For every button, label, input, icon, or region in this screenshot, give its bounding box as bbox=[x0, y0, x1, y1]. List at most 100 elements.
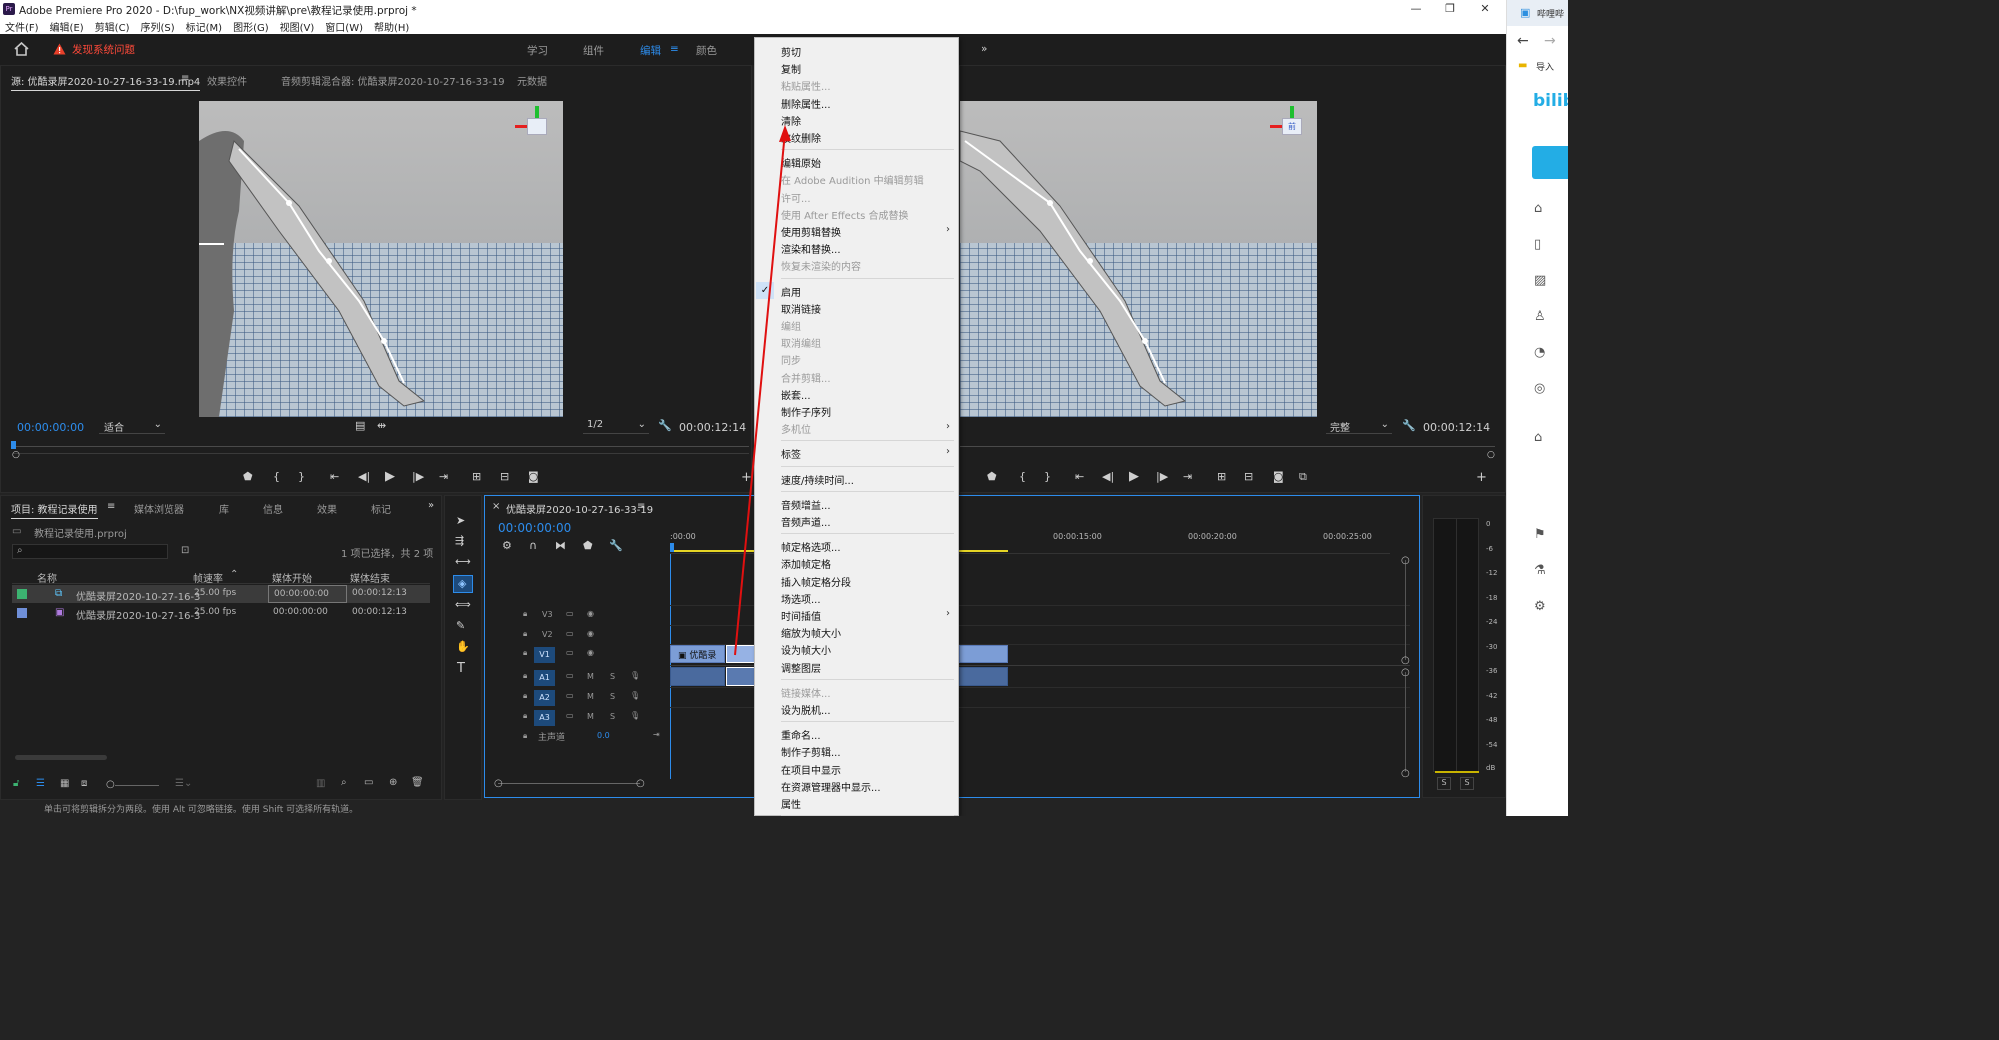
home-icon[interactable] bbox=[14, 42, 29, 56]
solo-toggle[interactable]: S bbox=[610, 692, 615, 701]
scroll-handle-right[interactable]: ○ bbox=[636, 778, 645, 789]
scroll-handle-bottom[interactable]: ○ bbox=[1401, 768, 1410, 779]
ripple-edit-tool-icon[interactable]: ⟷ bbox=[455, 555, 471, 568]
automate-sequence-icon[interactable]: ▥ bbox=[316, 778, 325, 789]
mark-in-icon[interactable]: { bbox=[1019, 470, 1026, 483]
source-tab-menu-icon[interactable]: ≡ bbox=[181, 73, 189, 84]
audio-clip-selected[interactable] bbox=[959, 667, 1008, 686]
more-workspaces-icon[interactable]: » bbox=[981, 43, 987, 55]
go-to-in-icon[interactable]: ⇤ bbox=[1075, 470, 1084, 483]
step-back-icon[interactable]: ◀| bbox=[358, 470, 370, 483]
lock-icon[interactable]: 🔒︎ bbox=[523, 731, 527, 741]
close-tab-icon[interactable]: × bbox=[492, 501, 500, 512]
go-to-out-icon[interactable]: ⇥ bbox=[439, 470, 448, 483]
timeline-tab-menu-icon[interactable]: ≡ bbox=[637, 501, 645, 512]
project-search-input[interactable]: ⌕ bbox=[12, 544, 168, 559]
source-video-frame[interactable] bbox=[199, 101, 563, 417]
lab-icon[interactable]: ⚗ bbox=[1534, 563, 1546, 578]
source-scrub-bar[interactable] bbox=[13, 446, 749, 447]
browser-tab[interactable]: ▣ 哔哩哔 bbox=[1507, 0, 1568, 26]
export-frame-settings-icon[interactable]: ⇹ bbox=[377, 419, 386, 432]
timeline-zoom-scrollbar[interactable] bbox=[498, 783, 640, 784]
context-menu-item[interactable]: 剪切 bbox=[755, 42, 958, 59]
solo-toggle[interactable]: S bbox=[610, 712, 615, 721]
menu-marker[interactable]: 标记(M) bbox=[186, 19, 222, 34]
more-tabs-icon[interactable]: » bbox=[428, 500, 434, 511]
menu-sequence[interactable]: 序列(S) bbox=[140, 19, 174, 34]
menu-window[interactable]: 窗口(W) bbox=[325, 19, 363, 34]
workspace-menu-icon[interactable]: ≡ bbox=[670, 43, 679, 55]
video-clip[interactable]: ▣ 优酷录 bbox=[670, 645, 725, 663]
lift-icon[interactable]: ⊞ bbox=[1217, 470, 1226, 483]
home-icon[interactable]: ⌂ bbox=[1534, 201, 1542, 216]
column-media-start[interactable]: 媒体开始 bbox=[272, 570, 312, 585]
trash-icon[interactable]: 🗑︎ bbox=[411, 777, 424, 788]
slip-tool-icon[interactable]: ⟺ bbox=[455, 598, 471, 611]
sync-lock-icon[interactable]: ▭ bbox=[566, 629, 574, 638]
lock-icon[interactable]: 🔒︎ bbox=[523, 691, 527, 701]
solo-left-button[interactable]: S bbox=[1437, 777, 1451, 790]
snap-icon[interactable]: ∩ bbox=[529, 539, 537, 552]
context-menu-item[interactable]: 在资源管理器中显示... bbox=[755, 777, 958, 794]
workspace-editing[interactable]: 编辑 bbox=[640, 43, 661, 58]
wrench-icon[interactable]: 🔧 bbox=[1402, 419, 1416, 432]
mark-in-icon[interactable]: { bbox=[273, 470, 280, 483]
tab-libraries[interactable]: 库 bbox=[219, 501, 229, 516]
lock-icon[interactable]: 🔒︎ bbox=[523, 671, 527, 681]
fans-icon[interactable]: ♙ bbox=[1534, 309, 1546, 324]
row-media-start[interactable]: 00:00:00:00 bbox=[268, 585, 347, 603]
pen-tool-icon[interactable]: ✎ bbox=[456, 619, 465, 632]
source-playhead[interactable] bbox=[11, 441, 16, 449]
mute-toggle[interactable]: M bbox=[587, 712, 594, 721]
mic-icon[interactable]: 🎙︎ bbox=[630, 691, 640, 700]
scroll-handle-top[interactable]: ○ bbox=[1401, 667, 1410, 678]
new-bin-icon[interactable]: ▭ bbox=[364, 777, 373, 788]
freeform-view-icon[interactable]: ⧈ bbox=[81, 778, 87, 789]
go-to-out-icon[interactable]: ⇥ bbox=[1183, 470, 1192, 483]
tab-source[interactable]: 源: 优酷录屏2020-10-27-16-33-19.mp4 bbox=[11, 73, 201, 91]
go-to-in-icon[interactable]: ⇤ bbox=[330, 470, 339, 483]
tab-effects[interactable]: 效果 bbox=[317, 501, 337, 516]
program-scrub-bar[interactable] bbox=[960, 446, 1495, 447]
selection-tool-icon[interactable]: ➤ bbox=[456, 514, 465, 527]
camera-icon[interactable]: ◙ bbox=[528, 470, 539, 483]
tab-media-browser[interactable]: 媒体浏览器 bbox=[134, 501, 184, 516]
column-name[interactable]: 名称 bbox=[37, 570, 57, 585]
settings-icon[interactable]: ⚙ bbox=[1534, 599, 1546, 614]
track-name[interactable]: A3 bbox=[534, 710, 555, 726]
list-view-icon[interactable]: ☰ bbox=[36, 778, 45, 789]
tab-markers[interactable]: 标记 bbox=[371, 501, 391, 516]
label-color-swatch[interactable] bbox=[17, 608, 27, 618]
scroll-handle-left[interactable]: ○ bbox=[494, 778, 503, 789]
audio-vertical-scrollbar[interactable] bbox=[1405, 672, 1406, 772]
track-name[interactable]: V1 bbox=[534, 647, 555, 663]
context-menu-item[interactable]: 重命名... bbox=[755, 725, 958, 742]
zoom-slider-handle[interactable]: ○ bbox=[106, 779, 115, 790]
lock-icon[interactable]: 🔒︎ bbox=[523, 711, 527, 721]
extract-icon[interactable]: ⊟ bbox=[1244, 470, 1253, 483]
audio-clip[interactable] bbox=[670, 667, 725, 686]
play-icon[interactable]: ▶ bbox=[385, 469, 395, 484]
sync-lock-icon[interactable]: ▭ bbox=[566, 609, 574, 618]
track-name[interactable]: A1 bbox=[534, 670, 555, 686]
zoom-slider[interactable] bbox=[115, 785, 159, 786]
new-search-bin-icon[interactable]: ⊡ bbox=[181, 545, 189, 556]
context-menu-item[interactable]: 制作子剪辑... bbox=[755, 742, 958, 759]
workspace-assembly[interactable]: 组件 bbox=[583, 43, 604, 58]
label-color-swatch[interactable] bbox=[17, 589, 27, 599]
safe-margin-icon[interactable]: ▤ bbox=[355, 419, 365, 432]
data-icon[interactable]: ▨ bbox=[1534, 273, 1546, 288]
track-select-tool-icon[interactable]: ⇶ bbox=[455, 534, 464, 547]
add-marker-icon[interactable]: ⬟ bbox=[243, 470, 253, 483]
button-editor-icon[interactable]: + bbox=[1476, 470, 1487, 485]
sync-lock-icon[interactable]: ▭ bbox=[566, 671, 574, 680]
lock-icon[interactable]: 🔓︎ bbox=[13, 778, 19, 789]
menu-file[interactable]: 文件(F) bbox=[5, 19, 39, 34]
source-zoom-bar[interactable] bbox=[13, 453, 749, 454]
hand-icon[interactable]: ✋ bbox=[456, 640, 470, 653]
solo-right-button[interactable]: S bbox=[1460, 777, 1474, 790]
scroll-handle-top[interactable]: ○ bbox=[1401, 555, 1410, 566]
timeline-timecode[interactable]: 00:00:00:00 bbox=[498, 521, 571, 535]
horizontal-scrollbar[interactable] bbox=[15, 755, 107, 760]
income-icon[interactable]: ◎ bbox=[1534, 381, 1545, 396]
